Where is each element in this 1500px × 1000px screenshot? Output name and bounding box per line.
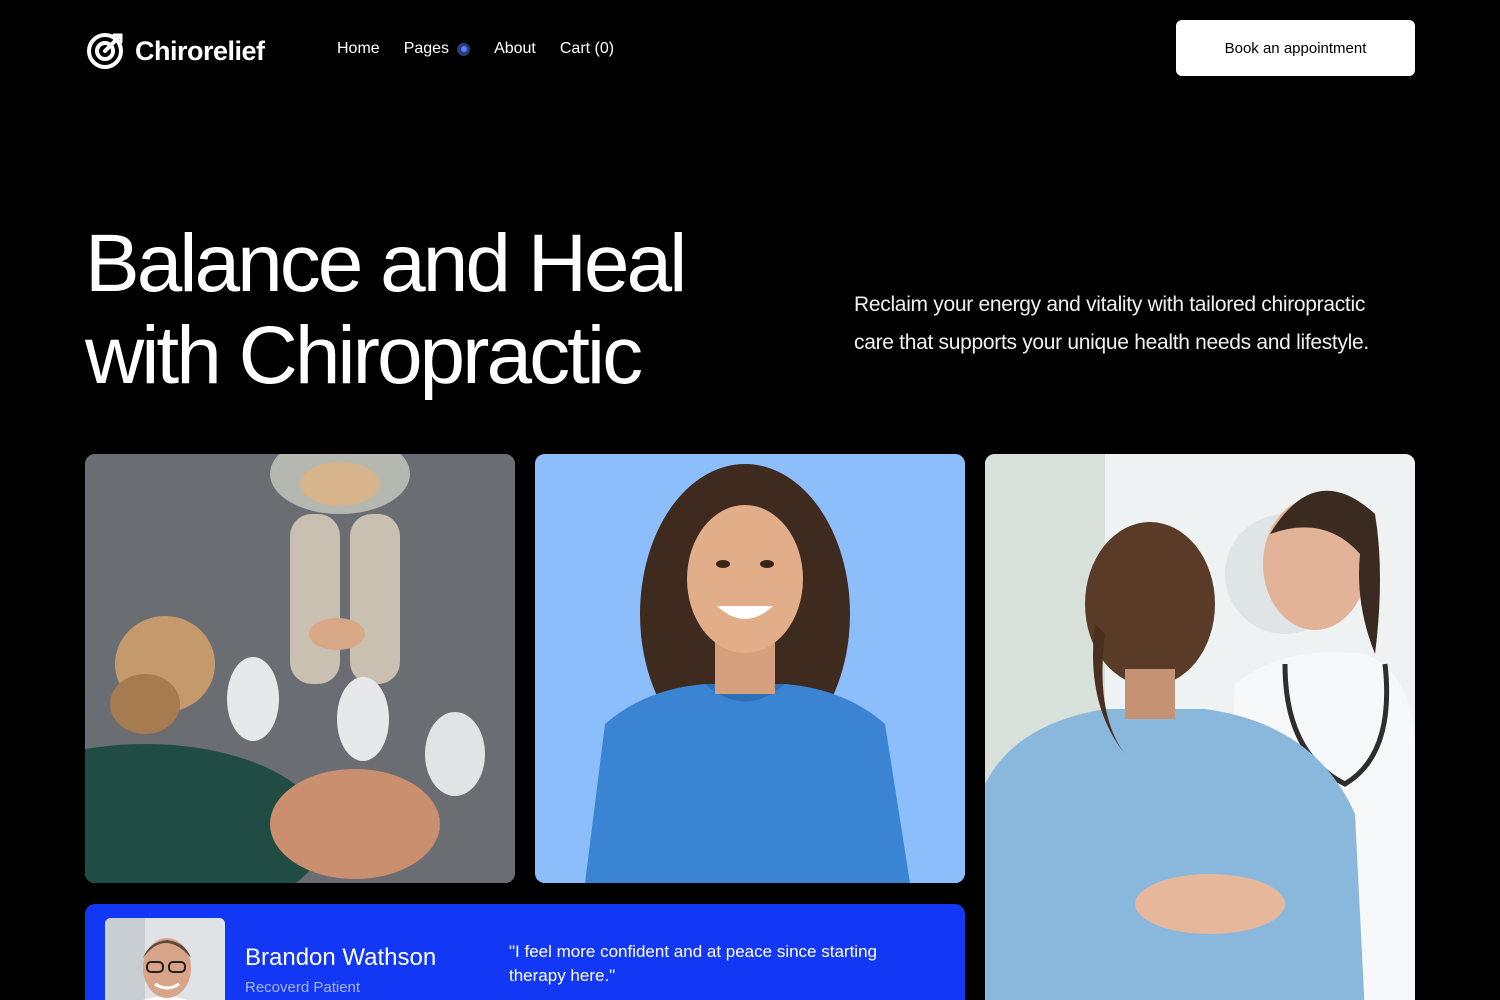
nav-pages-label: Pages	[403, 40, 450, 57]
target-check-icon	[87, 33, 123, 69]
hero-title-line-2: with Chiropractic	[85, 310, 643, 401]
book-appointment-button[interactable]: Book an appointment	[1176, 20, 1415, 76]
nav-home-label: Home	[337, 40, 380, 57]
hero-subtitle: Reclaim your energy and vitality with ta…	[854, 293, 1369, 354]
smiling-patient-image	[535, 454, 965, 883]
hero-title: Balance and Heal with Chiropractic	[85, 218, 785, 402]
site-header: Chirorelief Home Pages About Cart (0) Bo…	[0, 0, 1500, 110]
nav-home[interactable]: Home	[337, 40, 380, 58]
brand-logo[interactable]: Chirorelief	[85, 31, 265, 71]
therapy-session-image	[85, 454, 515, 883]
nav-about[interactable]: About	[494, 40, 536, 58]
testimonial-name: Brandon Wathson	[245, 944, 437, 971]
testimonial-role: Recoverd Patient	[245, 979, 361, 996]
doctor-exam-image	[985, 454, 1415, 1000]
hero-title-line-1: Balance and Heal	[85, 218, 687, 309]
nav-pages[interactable]: Pages	[403, 40, 471, 58]
testimonial-quote: "I feel more confident and at peace sinc…	[509, 942, 877, 985]
brand-name: Chirorelief	[135, 35, 265, 66]
dot-indicator-icon	[457, 42, 471, 56]
nav-cart-label: Cart (0)	[559, 40, 615, 57]
main-nav: Home Pages About Cart (0)	[337, 40, 614, 58]
nav-cart[interactable]: Cart (0)	[560, 40, 614, 58]
nav-about-label: About	[494, 40, 536, 57]
testimonial-card: Brandon Wathson Recoverd Patient "I feel…	[85, 904, 965, 1000]
avatar	[105, 918, 225, 1000]
